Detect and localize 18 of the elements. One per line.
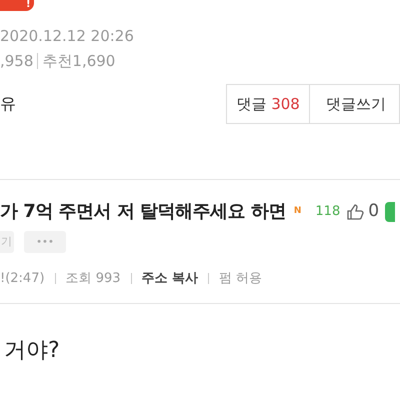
comment-count: 118	[315, 202, 340, 221]
repost-permission: 펌 허용	[219, 270, 262, 288]
view-count: ,958	[0, 50, 34, 72]
author-name: 유	[0, 93, 17, 115]
post-title: 가 7억 주면서 저 탈덕해주세요 하면	[0, 200, 286, 224]
recommend-count: 추천1,690	[42, 50, 116, 72]
view-count: 조회 993	[66, 270, 121, 288]
like-count: 0	[368, 200, 380, 223]
write-comment-button[interactable]: 댓글쓰기	[310, 84, 400, 124]
post-badge: !	[0, 0, 34, 11]
new-mark: N	[294, 204, 302, 218]
post-date: 2020.12.12 20:26	[0, 26, 135, 47]
status-tag	[385, 202, 396, 222]
comment-button[interactable]: 댓글 308	[226, 84, 310, 124]
thumbs-up-icon[interactable]	[346, 202, 364, 220]
meta-time: !(2:47)	[0, 270, 45, 288]
copy-address-link[interactable]: 주소 복사	[142, 269, 198, 288]
post-body-text: 거야?	[4, 336, 61, 364]
